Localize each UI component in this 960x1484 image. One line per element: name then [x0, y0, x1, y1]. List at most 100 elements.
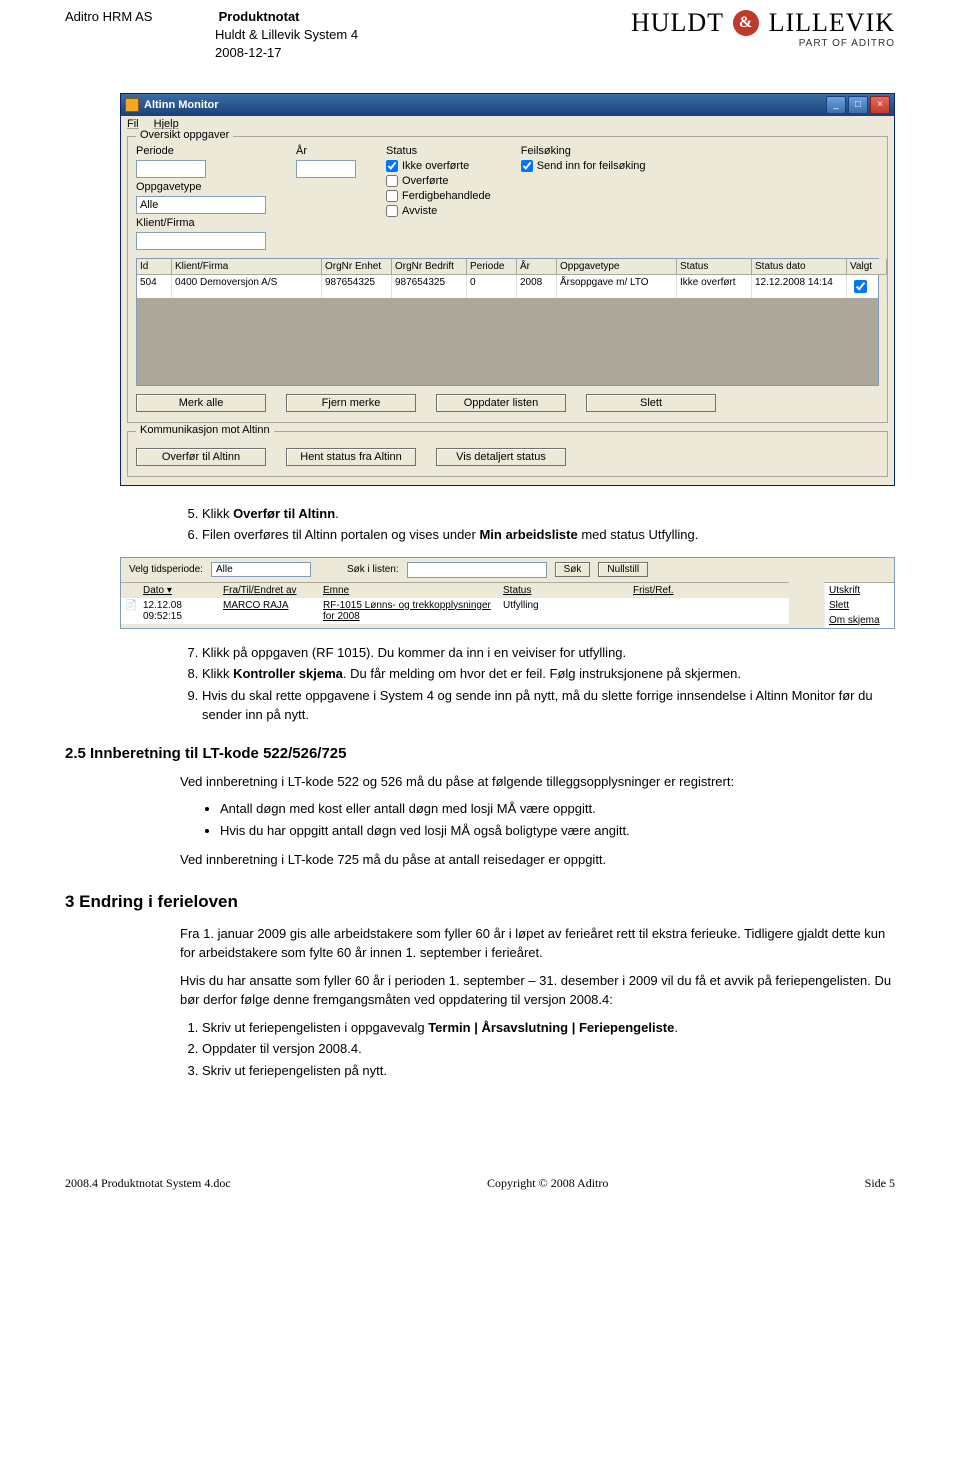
sec25-p2: Ved innberetning i LT-kode 725 må du pås… [180, 850, 895, 870]
step-6: Filen overføres til Altinn portalen og v… [202, 525, 895, 545]
col-periode[interactable]: Periode [467, 259, 517, 275]
fjern-merke-button[interactable]: Fjern merke [286, 394, 416, 412]
footer-left: 2008.4 Produktnotat System 4.doc [65, 1176, 231, 1191]
group-title: Oversikt oppgaver [136, 129, 233, 141]
mcell-fra[interactable]: MARCO RAJA [219, 598, 319, 624]
velg-label: Velg tidsperiode: [129, 564, 203, 575]
chk-label: Overførte [402, 175, 448, 187]
logo-subtext: PART OF ADITRO [631, 38, 895, 49]
group-title: Kommunikasjon mot Altinn [136, 424, 274, 436]
chk-feilsoking[interactable] [521, 160, 533, 172]
col-klient[interactable]: Klient/Firma [172, 259, 322, 275]
col-ar[interactable]: År [517, 259, 557, 275]
row-checkbox[interactable] [854, 280, 867, 293]
steps-list-a: Klikk Overfør til Altinn. Filen overføre… [180, 504, 895, 545]
sok-button[interactable]: Søk [555, 562, 591, 577]
close-icon[interactable]: × [870, 96, 890, 114]
merk-alle-button[interactable]: Merk alle [136, 394, 266, 412]
cell-ar: 2008 [517, 275, 557, 298]
mcol-fra[interactable]: Fra/Til/Endret av [219, 582, 319, 598]
nullstill-button[interactable]: Nullstill [598, 562, 648, 577]
sok-input[interactable] [407, 562, 547, 578]
mcol-frist[interactable]: Frist/Ref. [629, 582, 729, 598]
logo-text-left: HULDT [631, 8, 724, 37]
doc-subtitle: Huldt & Lillevik System 4 [215, 27, 358, 42]
vis-detaljert-button[interactable]: Vis detaljert status [436, 448, 566, 466]
col-oppgavetype[interactable]: Oppgavetype [557, 259, 677, 275]
mcell-emne[interactable]: RF-1015 Lønns- og trekkopplysninger for … [319, 598, 499, 624]
ar-input[interactable] [296, 160, 356, 178]
sec25-bullets: Antall døgn med kost eller antall døgn m… [180, 799, 895, 840]
chk-ikke-overforte[interactable] [386, 160, 398, 172]
section-25-title: 2.5 Innberetning til LT-kode 522/526/725 [65, 745, 895, 762]
mcell-status: Utfylling [499, 598, 629, 624]
titlebar[interactable]: Altinn Monitor _ □ × [121, 94, 894, 116]
col-orgbedrift[interactable]: OrgNr Bedrift [392, 259, 467, 275]
minimize-icon[interactable]: _ [826, 96, 846, 114]
sec3-p1: Fra 1. januar 2009 gis alle arbeidstaker… [180, 924, 895, 963]
company-name: Aditro HRM AS [65, 8, 215, 26]
tidsperiode-select[interactable]: Alle [211, 562, 311, 577]
group-oversikt: Oversikt oppgaver Periode Oppgavetype Kl… [127, 136, 888, 423]
doc-title: Produktnotat [219, 9, 300, 24]
col-statusdato[interactable]: Status dato [752, 259, 847, 275]
cell-orgenhet: 987654325 [322, 275, 392, 298]
label-feilsoking: Feilsøking [521, 145, 646, 157]
cell-status: Ikke overført [677, 275, 752, 298]
col-orgenhet[interactable]: OrgNr Enhet [322, 259, 392, 275]
chk-label: Avviste [402, 205, 437, 217]
chk-ferdig[interactable] [386, 190, 398, 202]
klientfirma-select[interactable] [136, 232, 266, 250]
mcol-emne[interactable]: Emne [319, 582, 499, 598]
document-icon: 📄 [121, 598, 139, 624]
list-item[interactable]: 📄 12.12.08 09:52:15 MARCO RAJA RF-1015 L… [121, 598, 824, 624]
periode-input[interactable] [136, 160, 206, 178]
logo-text-right: LILLEVIK [769, 8, 895, 37]
sec3-step2: Oppdater til versjon 2008.4. [202, 1039, 895, 1059]
utskrift-link[interactable]: Utskrift [824, 583, 894, 598]
oppdater-listen-button[interactable]: Oppdater listen [436, 394, 566, 412]
step-8: Klikk Kontroller skjema. Du får melding … [202, 664, 895, 684]
menubar: Fil Hjelp [121, 116, 894, 132]
bullet-1: Antall døgn med kost eller antall døgn m… [220, 799, 895, 819]
slett-button[interactable]: Slett [586, 394, 716, 412]
app-icon [125, 98, 139, 112]
col-valgt[interactable]: Valgt [847, 259, 887, 275]
cell-valgt[interactable] [847, 275, 887, 298]
hent-status-button[interactable]: Hent status fra Altinn [286, 448, 416, 466]
altinn-monitor-window: Altinn Monitor _ □ × Fil Hjelp Oversikt … [120, 93, 895, 486]
overfor-altinn-button[interactable]: Overfør til Altinn [136, 448, 266, 466]
oppgavetype-select[interactable] [136, 196, 266, 214]
table-row[interactable]: 504 0400 Demoversjon A/S 987654325 98765… [137, 275, 878, 298]
label-oppgavetype: Oppgavetype [136, 181, 266, 193]
step-5: Klikk Overfør til Altinn. [202, 504, 895, 524]
col-id[interactable]: Id [137, 259, 172, 275]
sec3-p2: Hvis du har ansatte som fyller 60 år i p… [180, 971, 895, 1010]
document-footer: 2008.4 Produktnotat System 4.doc Copyrig… [0, 1172, 960, 1201]
sec3-step1: Skriv ut feriepengelisten i oppgavevalg … [202, 1018, 895, 1038]
task-grid[interactable]: Id Klient/Firma OrgNr Enhet OrgNr Bedrif… [136, 258, 879, 386]
cell-orgbedrift: 987654325 [392, 275, 467, 298]
slett-link[interactable]: Slett [824, 598, 894, 613]
col-status[interactable]: Status [677, 259, 752, 275]
steps-list-b: Klikk på oppgaven (RF 1015). Du kommer d… [180, 643, 895, 725]
cell-klient: 0400 Demoversjon A/S [172, 275, 322, 298]
om-skjema-link[interactable]: Om skjema [824, 613, 894, 628]
chk-overforte[interactable] [386, 175, 398, 187]
maximize-icon[interactable]: □ [848, 96, 868, 114]
chk-avviste[interactable] [386, 205, 398, 217]
mcol-dato[interactable]: Dato ▾ [139, 582, 219, 598]
arbeidsliste-window: Velg tidsperiode: Alle Søk i listen: Søk… [120, 557, 895, 629]
logo-amp-icon: & [733, 10, 759, 36]
cell-oppgavetype: Årsoppgave m/ LTO [557, 275, 677, 298]
doc-date: 2008-12-17 [215, 45, 282, 60]
label-ar: År [296, 145, 356, 157]
sec25-p1: Ved innberetning i LT-kode 522 og 526 må… [180, 772, 895, 792]
logo: HULDT & LILLEVIK PART OF ADITRO [631, 8, 895, 49]
footer-right: Side 5 [865, 1176, 895, 1191]
mcol-status[interactable]: Status [499, 582, 629, 598]
cell-statusdato: 12.12.2008 14:14 [752, 275, 847, 298]
bullet-2: Hvis du har oppgitt antall døgn ved losj… [220, 821, 895, 841]
sec3-step3: Skriv ut feriepengelisten på nytt. [202, 1061, 895, 1081]
cell-periode: 0 [467, 275, 517, 298]
